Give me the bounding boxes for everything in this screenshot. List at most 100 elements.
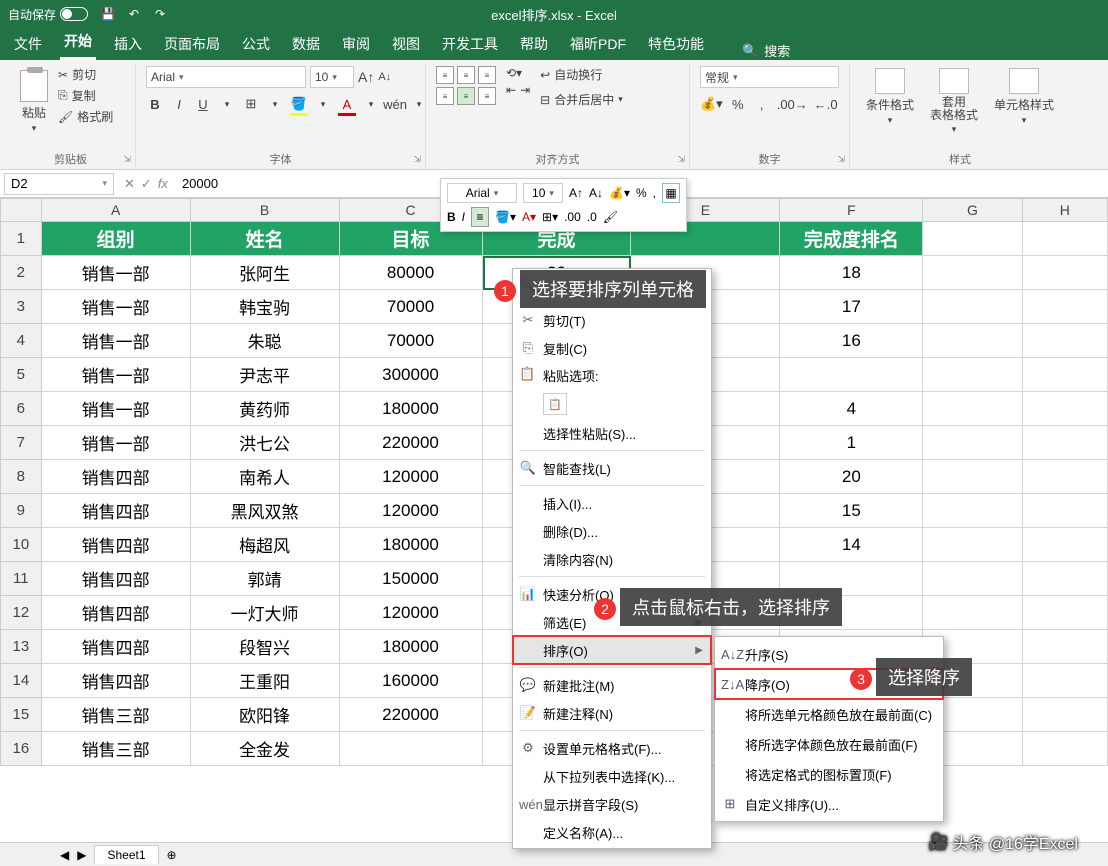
col-header-F[interactable]: F	[780, 198, 923, 222]
row-header[interactable]: 9	[0, 494, 42, 528]
border-button[interactable]: ⊞	[242, 94, 260, 114]
cell[interactable]: 销售四部	[42, 664, 191, 698]
mini-align-icon[interactable]: ≡	[471, 207, 489, 227]
enter-formula-icon[interactable]: ✓	[141, 176, 152, 192]
cell[interactable]	[1023, 222, 1108, 256]
cell[interactable]: 黑风双煞	[191, 494, 340, 528]
row-header[interactable]: 11	[0, 562, 42, 596]
cell[interactable]: 220000	[340, 426, 483, 460]
cell[interactable]: 销售四部	[42, 528, 191, 562]
submenu-icon-top[interactable]: 将选定格式的图标置顶(F)	[715, 759, 943, 789]
autosave-toggle[interactable]: 自动保存	[8, 6, 88, 23]
row-header[interactable]: 14	[0, 664, 42, 698]
font-size-combo[interactable]: 10▾	[310, 66, 354, 88]
mini-dec-inc-icon[interactable]: .00	[564, 207, 581, 227]
cell[interactable]: 15	[780, 494, 923, 528]
tab-layout[interactable]: 页面布局	[160, 28, 224, 60]
cell[interactable]: 销售一部	[42, 290, 191, 324]
cell[interactable]: 180000	[340, 630, 483, 664]
cell[interactable]: 销售四部	[42, 630, 191, 664]
cell-styles-button[interactable]: 单元格样式▾	[988, 66, 1060, 137]
cell[interactable]: 120000	[340, 460, 483, 494]
cell[interactable]	[1023, 664, 1108, 698]
col-header-H[interactable]: H	[1023, 198, 1108, 222]
cell[interactable]: 销售一部	[42, 358, 191, 392]
comma-button[interactable]: ,	[753, 94, 771, 114]
sheet-nav-next[interactable]: ▶	[77, 848, 86, 862]
cell[interactable]: 17	[780, 290, 923, 324]
percent-button[interactable]: %	[729, 94, 747, 114]
menu-delete[interactable]: 删除(D)...	[513, 517, 711, 545]
cell[interactable]: 160000	[340, 664, 483, 698]
underline-button[interactable]: U	[194, 94, 212, 114]
cell[interactable]	[923, 222, 1022, 256]
mini-percent-icon[interactable]: %	[636, 183, 647, 203]
cell[interactable]	[1023, 596, 1108, 630]
save-icon[interactable]: 💾	[100, 6, 116, 22]
cell[interactable]	[1023, 630, 1108, 664]
menu-new-note[interactable]: 📝新建注释(N)	[513, 699, 711, 727]
conditional-format-button[interactable]: 条件格式▾	[860, 66, 920, 137]
mini-fill-icon[interactable]: 🪣▾	[495, 207, 516, 227]
cell[interactable]: 王重阳	[191, 664, 340, 698]
sheet-nav-prev[interactable]: ◀	[60, 848, 69, 862]
menu-paste-special[interactable]: 选择性粘贴(S)...	[513, 419, 711, 447]
col-header-A[interactable]: A	[42, 198, 191, 222]
mini-size-combo[interactable]: 10▾	[523, 183, 563, 203]
merge-center-button[interactable]: ⊟合并后居中▾	[540, 91, 623, 108]
increase-indent-icon[interactable]: ⇥	[520, 83, 530, 97]
col-header-B[interactable]: B	[191, 198, 340, 222]
cell[interactable]: 郭靖	[191, 562, 340, 596]
cell[interactable]: 朱聪	[191, 324, 340, 358]
tab-data[interactable]: 数据	[288, 28, 324, 60]
row-header[interactable]: 3	[0, 290, 42, 324]
clipboard-launcher[interactable]: ⇲	[123, 154, 131, 165]
cell[interactable]: 70000	[340, 290, 483, 324]
row-header[interactable]: 2	[0, 256, 42, 290]
cell[interactable]	[923, 596, 1022, 630]
row-header[interactable]: 16	[0, 732, 42, 766]
pinyin-button[interactable]: wén	[386, 94, 404, 114]
cell[interactable]	[1023, 290, 1108, 324]
cell[interactable]: 销售四部	[42, 562, 191, 596]
cell[interactable]: 16	[780, 324, 923, 358]
cell[interactable]: 1	[780, 426, 923, 460]
cell[interactable]: 180000	[340, 392, 483, 426]
cell[interactable]: 尹志平	[191, 358, 340, 392]
menu-new-comment[interactable]: 💬新建批注(M)	[513, 671, 711, 699]
menu-format-cells[interactable]: ⚙设置单元格格式(F)...	[513, 734, 711, 762]
row-header[interactable]: 12	[0, 596, 42, 630]
cell[interactable]: 销售一部	[42, 426, 191, 460]
cell[interactable]: 销售四部	[42, 460, 191, 494]
tab-home[interactable]: 开始	[60, 25, 96, 60]
cell[interactable]	[340, 732, 483, 766]
cell[interactable]: 段智兴	[191, 630, 340, 664]
font-color-button[interactable]: A	[338, 94, 356, 114]
cell[interactable]: 南希人	[191, 460, 340, 494]
mini-font-combo[interactable]: Arial▾	[447, 183, 517, 203]
mini-dec-dec-icon[interactable]: .0	[587, 207, 597, 227]
mini-decrease-font-icon[interactable]: A↓	[589, 183, 603, 203]
cell[interactable]	[1023, 358, 1108, 392]
font-name-combo[interactable]: Arial▾	[146, 66, 306, 88]
mini-currency-icon[interactable]: 💰▾	[609, 183, 630, 203]
tab-formulas[interactable]: 公式	[238, 28, 274, 60]
cell[interactable]	[1023, 698, 1108, 732]
tab-dev[interactable]: 开发工具	[438, 28, 502, 60]
cell[interactable]: 韩宝驹	[191, 290, 340, 324]
cell[interactable]	[1023, 324, 1108, 358]
menu-define-name[interactable]: 定义名称(A)...	[513, 818, 711, 846]
menu-copy[interactable]: ⎘复制(C)	[513, 334, 711, 362]
menu-clear[interactable]: 清除内容(N)	[513, 545, 711, 573]
cell[interactable]: 洪七公	[191, 426, 340, 460]
tab-help[interactable]: 帮助	[516, 28, 552, 60]
col-header-G[interactable]: G	[923, 198, 1022, 222]
cell[interactable]	[923, 358, 1022, 392]
cell[interactable]	[1023, 256, 1108, 290]
fill-color-button[interactable]: 🪣	[290, 94, 308, 114]
number-format-combo[interactable]: 常规▾	[700, 66, 839, 88]
row-header[interactable]: 7	[0, 426, 42, 460]
cell[interactable]: 欧阳锋	[191, 698, 340, 732]
cell[interactable]: 梅超风	[191, 528, 340, 562]
cell[interactable]	[923, 426, 1022, 460]
